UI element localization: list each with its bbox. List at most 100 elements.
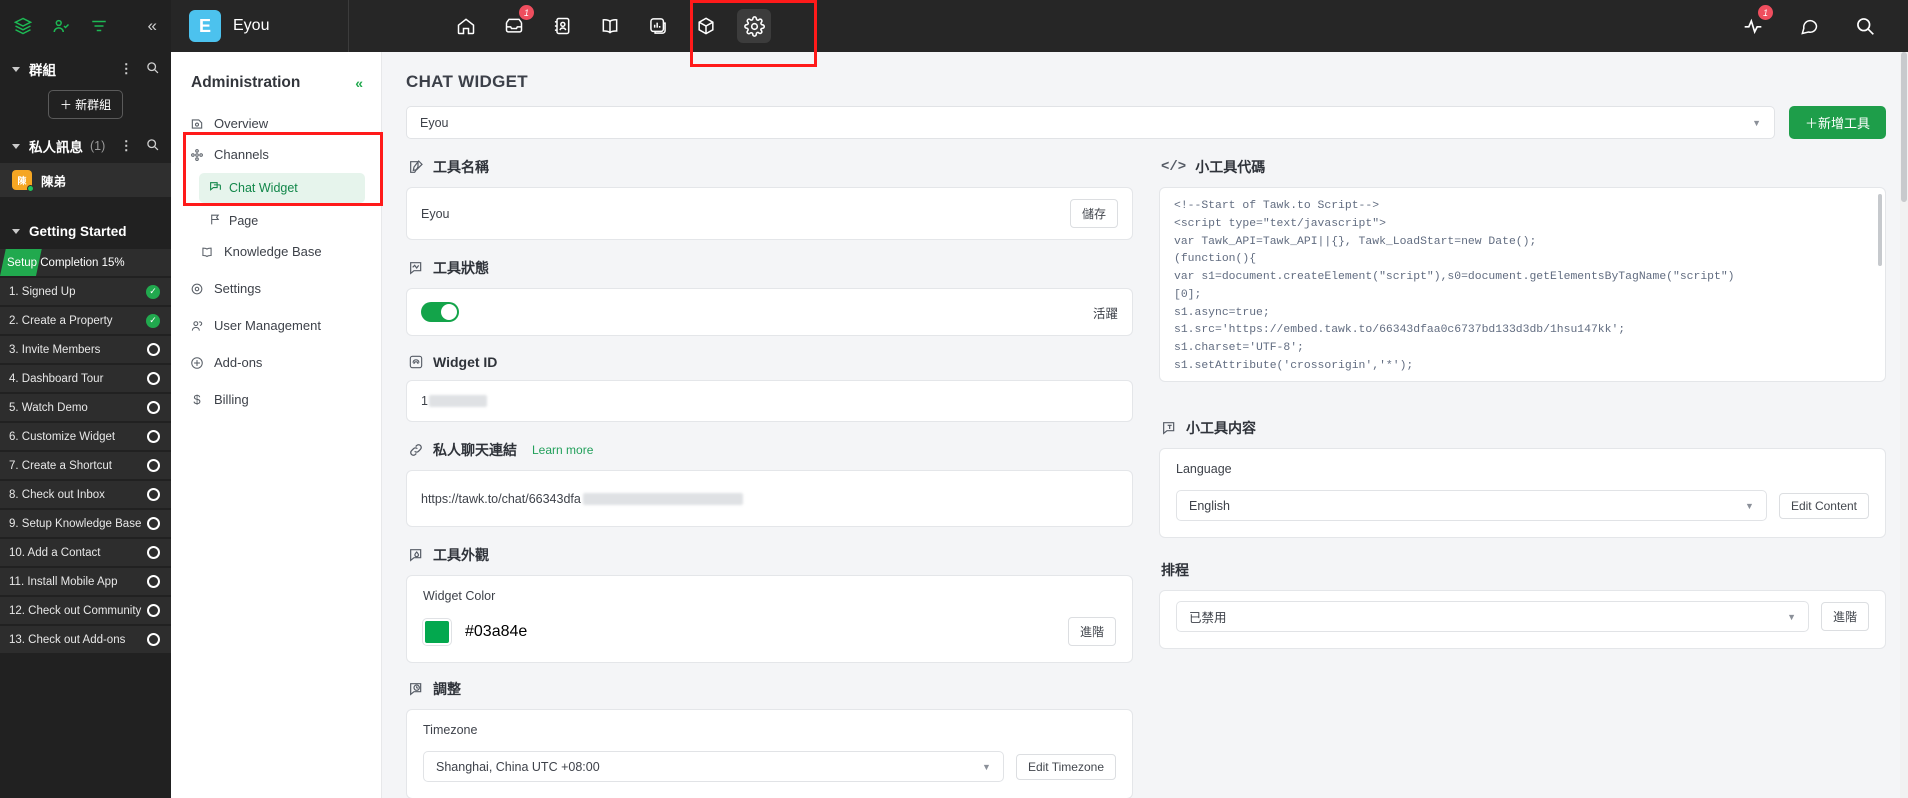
reports-icon[interactable] xyxy=(641,9,675,43)
new-group-button[interactable]: ＋ 新群組 xyxy=(47,90,124,119)
widget-name-value[interactable]: Eyou xyxy=(421,207,450,221)
onboarding-task-item[interactable]: 11. Install Mobile App xyxy=(0,568,171,595)
learn-more-link[interactable]: Learn more xyxy=(532,443,593,457)
avatar-initials: 陳 xyxy=(17,175,27,186)
online-status-dot xyxy=(27,185,34,192)
sidebar-item-user-management[interactable]: User Management xyxy=(171,310,381,341)
dm-search-icon[interactable] xyxy=(146,138,159,154)
addons-icon[interactable] xyxy=(689,9,723,43)
sidebar-item-add-ons[interactable]: Add-ons xyxy=(171,347,381,378)
sidebar-item-knowledge-base[interactable]: Knowledge Base xyxy=(171,236,381,267)
groups-section-header[interactable]: 群組 ⋮ xyxy=(0,52,171,86)
activity-icon[interactable]: 1 xyxy=(1736,5,1773,43)
search-icon[interactable] xyxy=(1848,9,1882,43)
timezone-select[interactable]: Shanghai, China UTC +08:00 ▼ xyxy=(423,751,1004,782)
page-scrollbar[interactable] xyxy=(1900,52,1908,798)
sidebar-subitem-chat-widget[interactable]: Chat Widget xyxy=(199,173,365,203)
direct-chat-link-value[interactable]: https://tawk.to/chat/66343dfa xyxy=(421,492,581,506)
text-bubble-icon xyxy=(1161,420,1177,436)
dm-contact-item[interactable]: 陳 陳弟 xyxy=(0,163,171,197)
onboarding-task-item[interactable]: 5. Watch Demo xyxy=(0,394,171,421)
activity-badge: 1 xyxy=(1758,5,1773,20)
user-check-icon[interactable] xyxy=(52,17,70,35)
dm-section-header[interactable]: 私人訊息 (1) ⋮ xyxy=(0,129,171,163)
property-select[interactable]: Eyou ▼ xyxy=(406,106,1775,139)
code-icon: </> xyxy=(1161,159,1187,175)
add-widget-button[interactable]: ＋新增工具 xyxy=(1788,106,1886,139)
timezone-card: Timezone Shanghai, China UTC +08:00 ▼ Ed… xyxy=(406,709,1133,798)
sidebar-item-settings[interactable]: Settings xyxy=(171,273,381,304)
chat-bubble-icon[interactable] xyxy=(1792,9,1826,43)
onboarding-task-item[interactable]: 8. Check out Inbox xyxy=(0,481,171,508)
onboarding-task-item[interactable]: 7. Create a Shortcut xyxy=(0,452,171,479)
administration-nav: Overview Channels Chat Widget Page Knowl… xyxy=(171,108,381,415)
onboarding-task-item[interactable]: 10. Add a Contact xyxy=(0,539,171,566)
chat-widget-settings: CHAT WIDGET Eyou ▼ ＋新增工具 工具名稱 Eyou 儲存 工具… xyxy=(382,52,1908,798)
language-value: English xyxy=(1189,498,1230,513)
page-flag-icon xyxy=(209,213,222,229)
task-incomplete-icon xyxy=(147,546,160,559)
home-icon[interactable] xyxy=(449,9,483,43)
knowledge-base-icon[interactable] xyxy=(593,9,627,43)
filter-icon[interactable] xyxy=(90,17,108,35)
inbox-icon[interactable]: 1 xyxy=(497,5,534,43)
scheduling-select[interactable]: 已禁用 ▼ xyxy=(1176,601,1809,632)
property-selector-row: Eyou ▼ ＋新增工具 xyxy=(406,106,1886,139)
chevron-down-icon xyxy=(12,66,20,72)
dm-contact-name: 陳弟 xyxy=(41,174,67,189)
getting-started-label: Getting Started xyxy=(29,223,127,239)
appearance-advanced-button[interactable]: 進階 xyxy=(1067,617,1116,646)
layers-icon[interactable] xyxy=(14,17,32,35)
edit-content-button[interactable]: Edit Content xyxy=(1778,492,1869,519)
sidebar-item-channels[interactable]: Channels xyxy=(171,139,381,170)
widget-status-toggle[interactable] xyxy=(421,302,459,322)
language-select[interactable]: English ▼ xyxy=(1176,490,1767,521)
onboarding-task-item[interactable]: 9. Setup Knowledge Base xyxy=(0,510,171,537)
widget-color-card: Widget Color #03a84e 進階 xyxy=(406,575,1133,663)
settings-gear-icon[interactable] xyxy=(737,9,771,43)
new-group-wrap: ＋ 新群組 xyxy=(0,86,171,129)
color-swatch[interactable] xyxy=(423,618,451,645)
onboarding-task-item[interactable]: 2. Create a Property ✓ xyxy=(0,307,171,334)
direct-chat-link-heading: 私人聊天連結 Learn more xyxy=(408,440,1133,460)
right-settings-column: </> 小工具代碼 <!--Start of Tawk.to Script-->… xyxy=(1159,157,1886,798)
collapse-left-icon[interactable]: « xyxy=(148,16,157,36)
groups-label: 群組 xyxy=(29,63,56,78)
task-incomplete-icon xyxy=(147,604,160,617)
contacts-icon[interactable] xyxy=(545,9,579,43)
onboarding-task-item[interactable]: 12. Check out Community xyxy=(0,597,171,624)
collapse-panel-icon[interactable]: « xyxy=(355,75,363,91)
sidebar-item-billing[interactable]: $ Billing xyxy=(171,384,381,415)
onboarding-task-item[interactable]: 4. Dashboard Tour xyxy=(0,365,171,392)
onboarding-task-item[interactable]: 13. Check out Add-ons xyxy=(0,626,171,653)
widget-name-card: Eyou 儲存 xyxy=(406,187,1133,240)
onboarding-task-item[interactable]: 1. Signed Up ✓ xyxy=(0,278,171,305)
direct-chat-link-card: https://tawk.to/chat/66343dfa 複製 xyxy=(406,470,1133,527)
save-button[interactable]: 儲存 xyxy=(1069,199,1118,228)
groups-search-icon[interactable] xyxy=(146,61,159,77)
onboarding-task-list: 1. Signed Up ✓ 2. Create a Property ✓ 3. Inv… xyxy=(0,276,171,653)
section-label: 小工具内容 xyxy=(1186,420,1256,436)
sidebar-item-label: Billing xyxy=(214,392,249,407)
onboarding-task-item[interactable]: 6. Customize Widget xyxy=(0,423,171,450)
dm-more-icon[interactable]: ⋮ xyxy=(120,138,134,154)
sidebar-item-label: Channels xyxy=(214,147,269,162)
widget-code-box[interactable]: <!--Start of Tawk.to Script--> <script t… xyxy=(1159,187,1886,382)
brand: E Eyou xyxy=(171,0,349,52)
getting-started-header[interactable]: Getting Started xyxy=(0,213,171,249)
page-scrollbar-thumb[interactable] xyxy=(1901,52,1907,202)
groups-more-icon[interactable]: ⋮ xyxy=(120,61,134,77)
sidebar-subitem-page[interactable]: Page xyxy=(199,206,381,236)
property-select-value: Eyou xyxy=(420,115,449,130)
left-settings-column: 工具名稱 Eyou 儲存 工具狀態 活躍 Widget ID 1 私人聊天連結 … xyxy=(406,157,1133,798)
edit-timezone-button[interactable]: Edit Timezone xyxy=(1015,753,1116,780)
sidebar-item-overview[interactable]: Overview xyxy=(171,108,381,139)
task-incomplete-icon xyxy=(147,633,160,646)
onboarding-task-item[interactable]: 3. Invite Members xyxy=(0,336,171,363)
code-scrollbar-thumb[interactable] xyxy=(1878,194,1882,266)
widget-id-value[interactable]: 1 xyxy=(421,394,428,408)
timezone-value: Shanghai, China UTC +08:00 xyxy=(436,759,600,774)
scheduling-advanced-button[interactable]: 進階 xyxy=(1820,602,1869,631)
task-incomplete-icon xyxy=(147,575,160,588)
status-chart-icon xyxy=(408,260,424,276)
